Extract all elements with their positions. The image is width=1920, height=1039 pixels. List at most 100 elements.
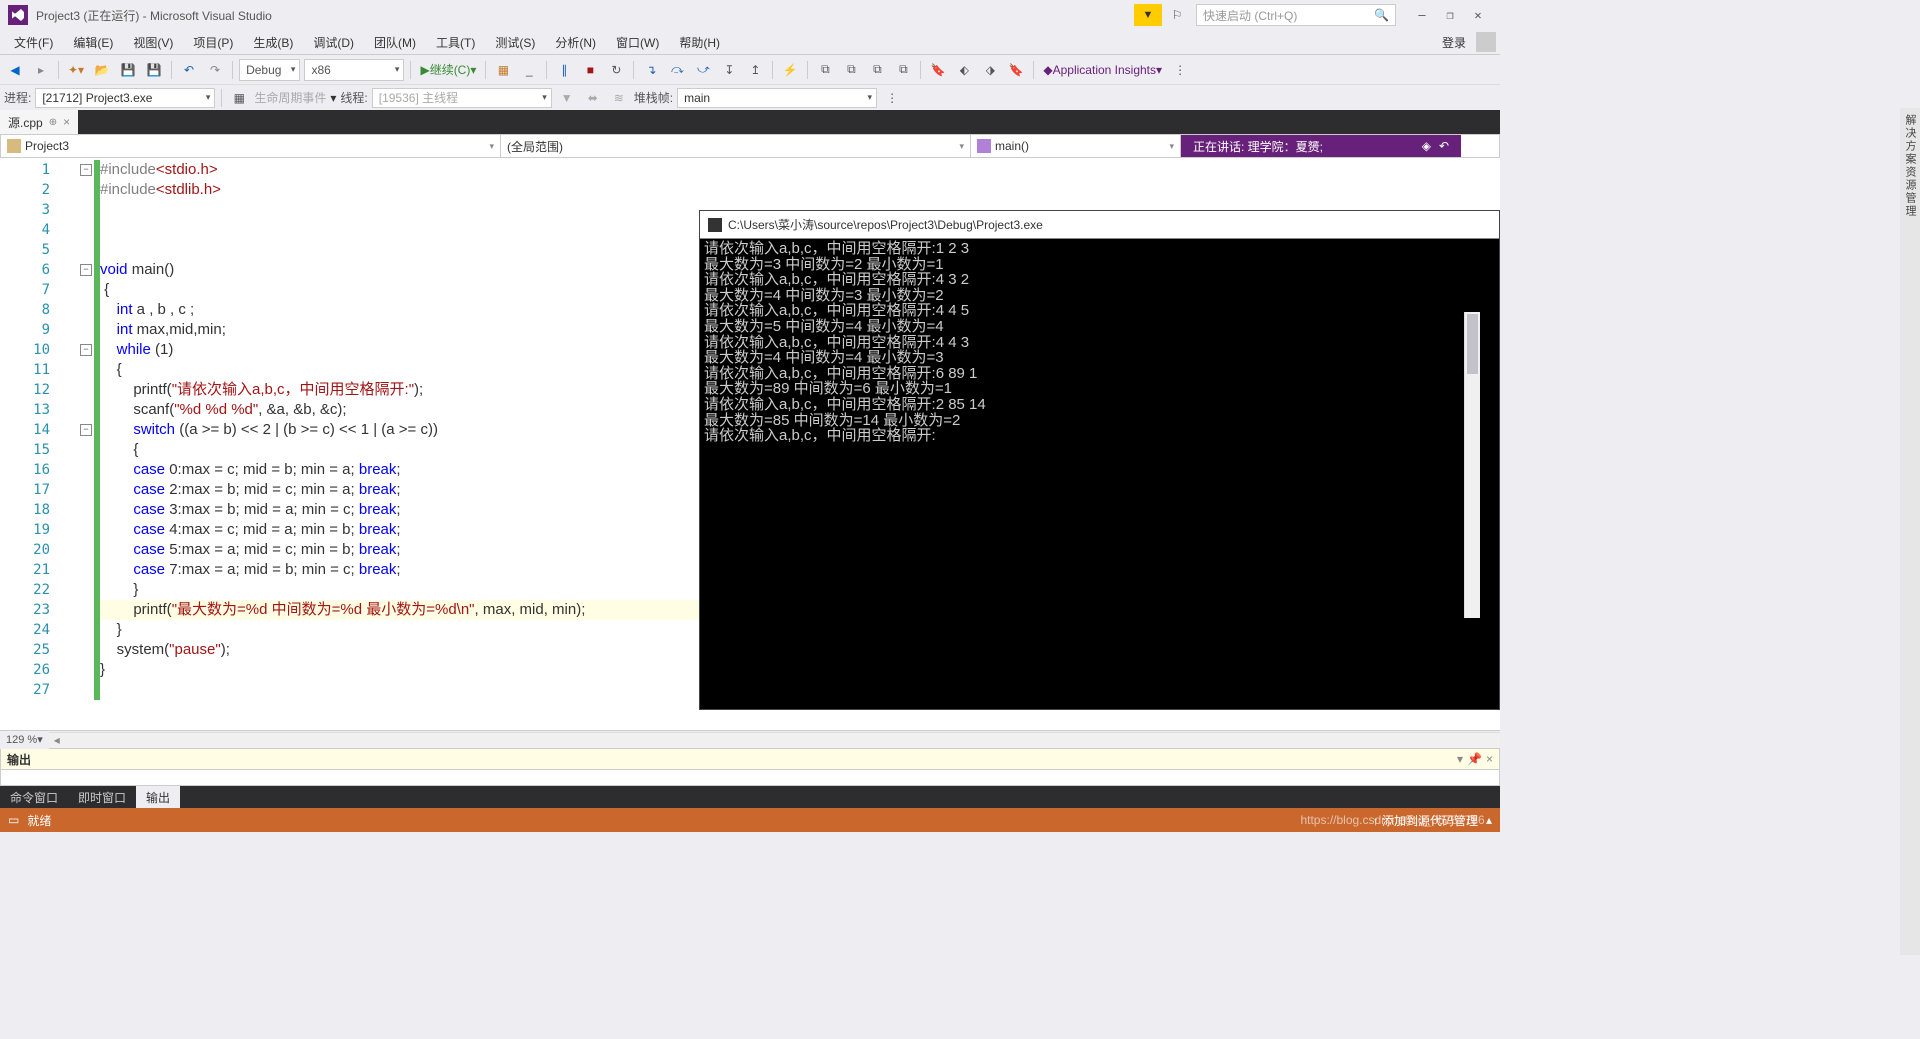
thread-btn1[interactable]: ▼ [556,87,578,109]
restart-button[interactable]: ↻ [605,59,627,81]
nav-back-button[interactable]: ◀ [4,59,26,81]
minimize-button[interactable]: — [1408,4,1436,26]
tab-source-cpp[interactable]: 源.cpp ⊕ × [0,110,78,134]
notification-icon[interactable] [1134,4,1162,26]
stackframe-dropdown[interactable]: main [677,88,877,108]
continue-button[interactable]: ▶ 继续(C) ▾ [417,59,479,81]
watermark-text: https://blog.csdn.net/qq_36757786 [1300,813,1484,827]
step-into-button[interactable]: ↴ [640,59,662,81]
thread-dropdown[interactable]: [19536] 主线程 [372,88,552,108]
console-titlebar[interactable]: C:\Users\菜小涛\source\repos\Project3\Debug… [700,211,1499,239]
quick-launch-input[interactable]: 快速启动 (Ctrl+Q) 🔍 [1196,4,1396,26]
feedback-flag-icon[interactable]: ⚐ [1166,4,1188,26]
output-close-icon[interactable]: × [1486,752,1493,766]
platform-dropdown[interactable]: x86 [304,59,404,81]
output-title: 输出 [7,751,31,768]
lifecycle-label: 生命周期事件 [254,89,326,106]
save-button[interactable]: 💾 [117,59,139,81]
menu-window[interactable]: 窗口(W) [606,32,669,53]
avatar-icon[interactable] [1476,32,1496,52]
zoom-dropdown[interactable]: 129 % ▾ [0,731,49,749]
tb-btn-a[interactable]: ⧉ [814,59,836,81]
menu-analyze[interactable]: 分析(N) [545,32,606,53]
code-navbar: Project3 (全局范围) main() 正在讲话: 理学院：夏赟; ◈ ↶ [0,134,1500,158]
editor-scrollbar-v[interactable] [1464,312,1480,618]
menu-help[interactable]: 帮助(H) [669,32,730,53]
menu-file[interactable]: 文件(F) [4,32,63,53]
output-dropdown-icon[interactable]: ▾ [1457,752,1463,766]
tb-btn-b[interactable]: ⧉ [840,59,862,81]
fold-column[interactable] [78,158,94,730]
step-out-button[interactable]: ⤻ [692,59,714,81]
liveshare-icon1[interactable]: ◈ [1422,139,1431,153]
console-title: C:\Users\菜小涛\source\repos\Project3\Debug… [728,216,1043,233]
pin-icon[interactable]: ⊕ [49,117,57,128]
console-window[interactable]: C:\Users\菜小涛\source\repos\Project3\Debug… [699,210,1500,710]
quick-launch-placeholder: 快速启动 (Ctrl+Q) [1203,7,1297,24]
bookmark-clear[interactable]: 🔖 [1005,59,1027,81]
solution-explorer-rail[interactable]: 解决方案资源管理 [1900,108,1920,955]
bottom-tool-tabs: 命令窗口 即时窗口 输出 [0,786,1500,808]
insights-button[interactable]: ◆ Application Insights ▾ [1040,59,1165,81]
liveshare-text: 正在讲话: 理学院：夏赟; [1193,138,1323,155]
menu-team[interactable]: 团队(M) [364,32,426,53]
redo-button[interactable]: ↷ [204,59,226,81]
close-icon[interactable]: × [63,115,70,129]
bookmark-prev[interactable]: ⬖ [953,59,975,81]
undo-button[interactable]: ↶ [178,59,200,81]
signin-link[interactable]: 登录 [1436,34,1472,51]
liveshare-icon2[interactable]: ↶ [1439,139,1449,153]
titlebar: Project3 (正在运行) - Microsoft Visual Studi… [0,0,1500,30]
process-label: 进程: [4,89,31,106]
debug-btn2[interactable]: _ [518,59,540,81]
save-all-button[interactable]: 💾 [143,59,165,81]
step-btn4[interactable]: ↧ [718,59,740,81]
navbar-scope[interactable]: (全局范围) [501,135,971,157]
step-over-button[interactable]: ⤼ [666,59,688,81]
intellitrace-btn[interactable]: ⚡ [779,59,801,81]
output-body [0,770,1500,786]
toolbar-overflow[interactable]: ⋮ [1169,59,1191,81]
tb-btn-d[interactable]: ⧉ [892,59,914,81]
toolbar2-overflow[interactable]: ⋮ [881,87,903,109]
menu-test[interactable]: 测试(S) [485,32,545,53]
navbar-member[interactable]: main() [971,135,1181,157]
debug-btn1[interactable]: ▦ [492,59,514,81]
pause-button[interactable]: ∥ [553,59,575,81]
tb-btn-c[interactable]: ⧉ [866,59,888,81]
menu-debug[interactable]: 调试(D) [303,32,364,53]
method-icon [977,139,991,153]
tab-label: 源.cpp [8,114,43,131]
status-flag-icon[interactable]: ▭ [8,813,19,827]
new-project-button[interactable]: ✦▾ [65,59,87,81]
maximize-button[interactable]: ❐ [1436,4,1464,26]
bookmark-next[interactable]: ⬗ [979,59,1001,81]
nav-fwd-button[interactable]: ▸ [30,59,52,81]
stop-button[interactable]: ■ [579,59,601,81]
menu-build[interactable]: 生成(B) [243,32,303,53]
console-icon [708,218,722,232]
output-panel-header[interactable]: 输出 ▾ 📌 × [0,748,1500,770]
lifecycle-icon[interactable]: ▦ [228,87,250,109]
config-dropdown[interactable]: Debug [239,59,300,81]
navbar-project[interactable]: Project3 [1,135,501,157]
menu-view[interactable]: 视图(V) [123,32,183,53]
open-file-button[interactable]: 📂 [91,59,113,81]
thread-btn2[interactable]: ⬌ [582,87,604,109]
step-btn5[interactable]: ↥ [744,59,766,81]
editor-scrollbar-h[interactable]: ◂ [49,732,1500,748]
menu-edit[interactable]: 编辑(E) [63,32,123,53]
toolbar-debug: 进程: [21712] Project3.exe ▦ 生命周期事件 ▾ 线程: … [0,84,1500,110]
tab-output[interactable]: 输出 [136,786,180,808]
process-dropdown[interactable]: [21712] Project3.exe [35,88,215,108]
thread-btn3[interactable]: ≋ [608,87,630,109]
console-body[interactable]: 请依次输入a,b,c，中间用空格隔开:1 2 3最大数为=3 中间数为=2 最小… [700,239,1499,446]
statusbar: ▭ 就绪 https://blog.csdn.net/qq_36757786 ↑… [0,808,1500,832]
tab-immediate-window[interactable]: 即时窗口 [68,786,136,808]
bookmark-btn[interactable]: 🔖 [927,59,949,81]
tab-command-window[interactable]: 命令窗口 [0,786,68,808]
close-button[interactable]: ✕ [1464,4,1492,26]
menu-tools[interactable]: 工具(T) [426,32,485,53]
output-pin-icon[interactable]: 📌 [1467,752,1482,766]
menu-project[interactable]: 项目(P) [183,32,243,53]
